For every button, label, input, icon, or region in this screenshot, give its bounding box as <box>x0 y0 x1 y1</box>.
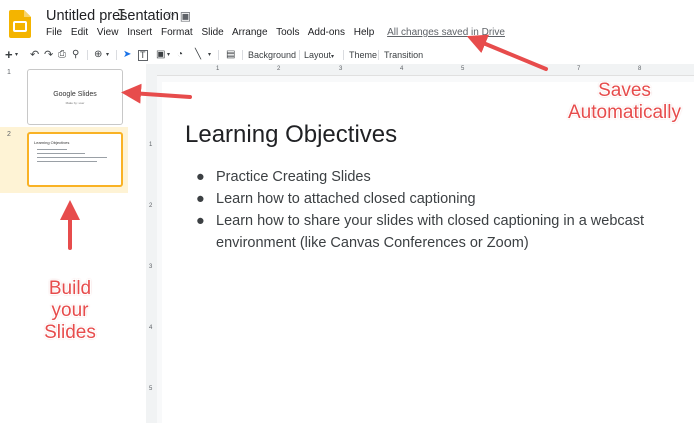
callout-line: Automatically <box>568 102 681 123</box>
callout-line: Slides <box>44 322 96 343</box>
saves-automatically-callout: Saves Automatically <box>555 80 694 124</box>
build-your-slides-callout: Build your Slides <box>30 278 110 344</box>
arrow-to-save-status <box>466 34 548 71</box>
annotation-arrows <box>60 34 548 250</box>
arrow-to-first-slide <box>121 83 192 104</box>
callout-line: your <box>51 300 89 321</box>
callout-line: Saves <box>598 80 651 101</box>
callout-line: Build <box>48 278 92 299</box>
